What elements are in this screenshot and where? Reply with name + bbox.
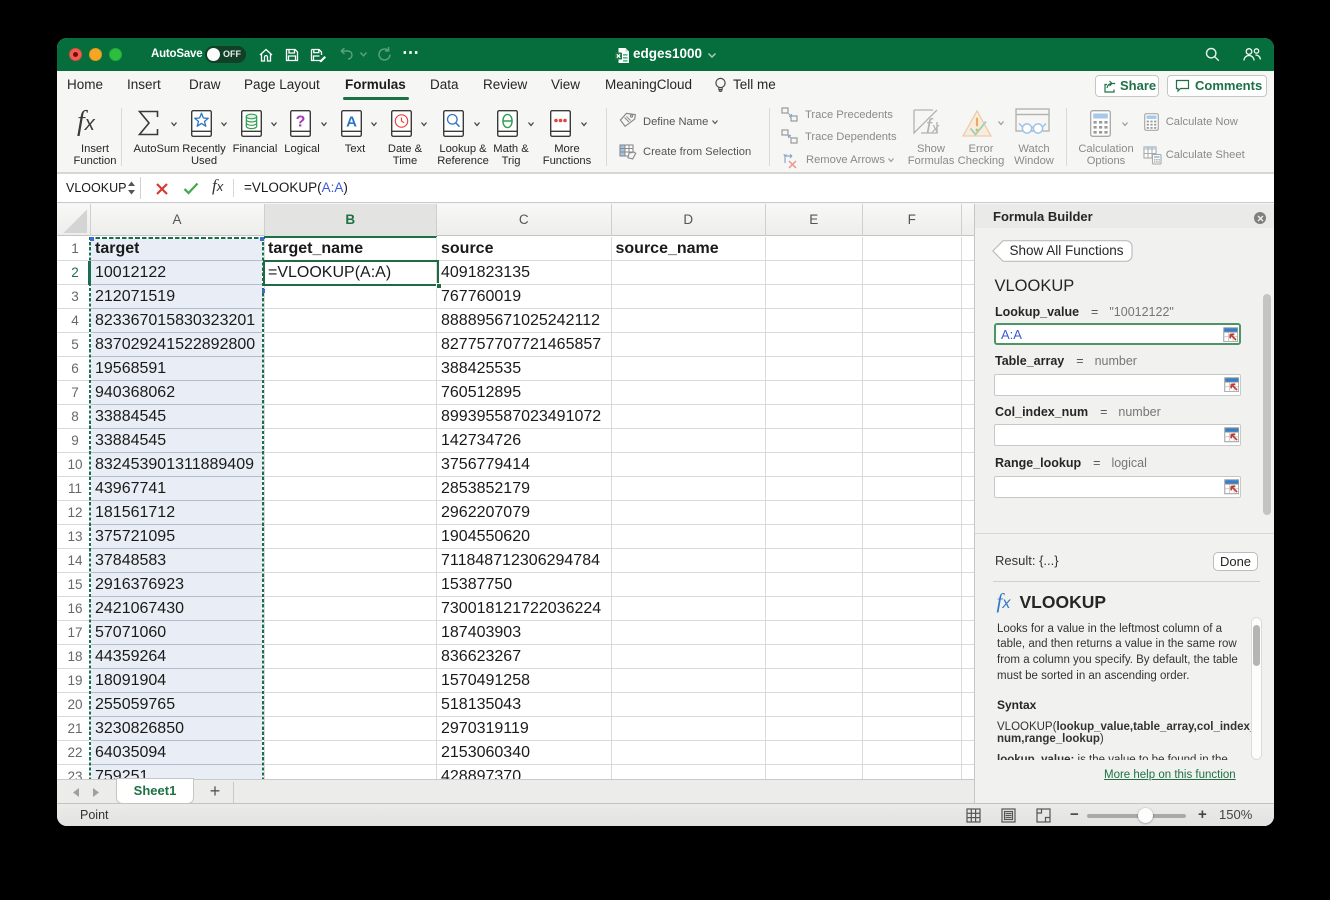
svg-text:fx: fx bbox=[926, 116, 940, 138]
svg-text:?: ? bbox=[296, 113, 306, 130]
svg-text:A: A bbox=[346, 113, 357, 130]
